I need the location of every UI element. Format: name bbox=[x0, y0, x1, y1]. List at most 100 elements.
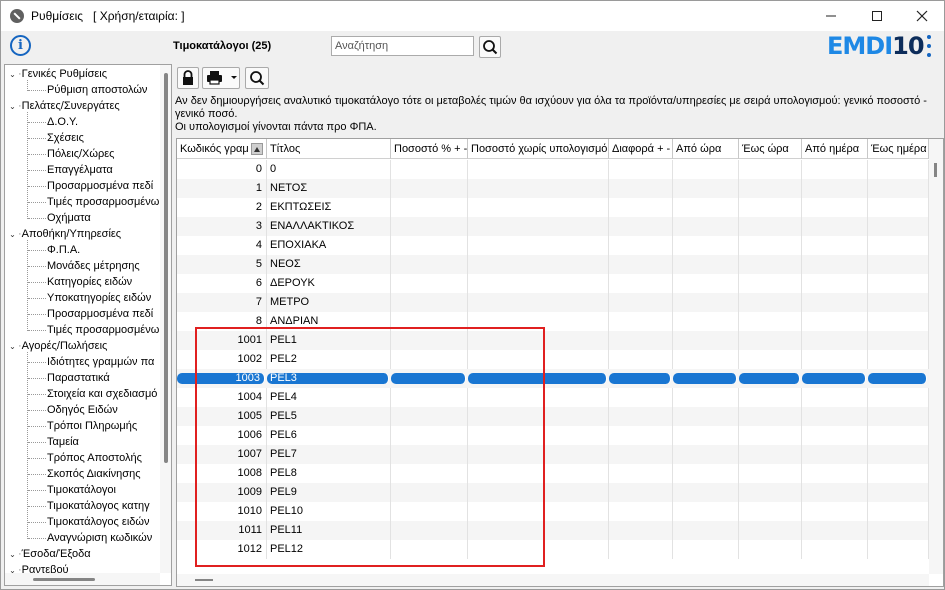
cell-empty[interactable] bbox=[609, 540, 673, 559]
cell-empty[interactable] bbox=[609, 502, 673, 521]
tree-item[interactable]: Υποκατηγορίες ειδών bbox=[47, 290, 151, 306]
cell-empty[interactable] bbox=[468, 255, 609, 274]
table-row[interactable]: 1008 PEL8 bbox=[177, 464, 929, 483]
cell-empty[interactable] bbox=[739, 483, 802, 502]
cell-empty[interactable] bbox=[391, 540, 468, 559]
cell-empty[interactable] bbox=[468, 540, 609, 559]
column-header[interactable]: Από ημέρα bbox=[802, 139, 868, 159]
cell-empty[interactable] bbox=[391, 464, 468, 483]
cell-title[interactable]: ΕΠΟΧΙΑΚΑ bbox=[267, 236, 391, 255]
cell-empty[interactable] bbox=[609, 521, 673, 540]
cell-empty[interactable] bbox=[868, 331, 929, 350]
cell-empty[interactable] bbox=[802, 426, 868, 445]
cell-empty[interactable] bbox=[391, 236, 468, 255]
grid-vertical-scrollbar[interactable] bbox=[929, 139, 943, 574]
cell-title[interactable]: PEL11 bbox=[267, 521, 391, 540]
cell-empty[interactable] bbox=[739, 502, 802, 521]
tree-scroll-thumb[interactable] bbox=[164, 73, 168, 463]
cell-code[interactable]: 2 bbox=[177, 198, 267, 217]
column-header[interactable]: Έως ώρα bbox=[739, 139, 802, 159]
table-row[interactable]: 1012 PEL12 bbox=[177, 540, 929, 559]
cell-empty[interactable] bbox=[609, 179, 673, 198]
cell-empty[interactable] bbox=[868, 540, 929, 559]
cell-empty[interactable] bbox=[468, 217, 609, 236]
tree-group[interactable]: ⌄ ·Αποθήκη/Υπηρεσίες bbox=[7, 226, 121, 242]
table-row[interactable]: 3 ΕΝΑΛΛΑΚΤΙΚΟΣ bbox=[177, 217, 929, 236]
cell-empty[interactable] bbox=[468, 407, 609, 426]
cell-empty[interactable] bbox=[802, 388, 868, 407]
cell-title[interactable]: PEL12 bbox=[267, 540, 391, 559]
cell-empty[interactable] bbox=[802, 521, 868, 540]
tree-item[interactable]: Πόλεις/Χώρες bbox=[47, 146, 114, 162]
cell-empty[interactable] bbox=[391, 350, 468, 369]
tree-item[interactable]: Στοιχεία και σχεδιασμό bbox=[47, 386, 157, 402]
cell-empty[interactable] bbox=[739, 426, 802, 445]
cell-empty[interactable] bbox=[673, 217, 739, 236]
cell-code[interactable]: 8 bbox=[177, 312, 267, 331]
chevron-down-icon[interactable]: ⌄ bbox=[7, 67, 18, 83]
cell-empty[interactable] bbox=[609, 426, 673, 445]
chevron-down-icon[interactable]: ⌄ bbox=[7, 99, 18, 115]
cell-empty[interactable] bbox=[468, 160, 609, 179]
tree-item[interactable]: Οχήματα bbox=[47, 210, 91, 226]
cell-empty[interactable] bbox=[468, 293, 609, 312]
cell-empty[interactable] bbox=[739, 407, 802, 426]
tree-hscroll-thumb[interactable] bbox=[33, 578, 95, 581]
cell-empty[interactable] bbox=[739, 331, 802, 350]
cell-empty[interactable] bbox=[802, 160, 868, 179]
tree-item[interactable]: Φ.Π.Α. bbox=[47, 242, 80, 258]
cell-empty[interactable] bbox=[802, 502, 868, 521]
tree-item[interactable]: Παραστατικά bbox=[47, 370, 110, 386]
cell-empty[interactable] bbox=[391, 373, 466, 384]
cell-empty[interactable] bbox=[739, 160, 802, 179]
tree-item[interactable]: Κατηγορίες ειδών bbox=[47, 274, 132, 290]
maximize-button[interactable] bbox=[854, 1, 900, 31]
cell-empty[interactable] bbox=[868, 198, 929, 217]
cell-empty[interactable] bbox=[391, 426, 468, 445]
cell-title[interactable]: PEL5 bbox=[267, 407, 391, 426]
cell-empty[interactable] bbox=[673, 312, 739, 331]
tree-item[interactable]: Σκοπός Διακίνησης bbox=[47, 466, 141, 482]
cell-empty[interactable] bbox=[468, 350, 609, 369]
tree-item[interactable]: Ταμεία bbox=[47, 434, 79, 450]
cell-empty[interactable] bbox=[868, 521, 929, 540]
cell-empty[interactable] bbox=[609, 255, 673, 274]
tree-item[interactable]: Οδηγός Ειδών bbox=[47, 402, 118, 418]
cell-empty[interactable] bbox=[391, 445, 468, 464]
chevron-down-icon[interactable]: ⌄ bbox=[7, 547, 18, 563]
tree-item[interactable]: Τιμοκατάλογος ειδών bbox=[47, 514, 149, 530]
cell-empty[interactable] bbox=[802, 407, 868, 426]
tree-item[interactable]: Σχέσεις bbox=[47, 130, 84, 146]
cell-code[interactable]: 1007 bbox=[177, 445, 267, 464]
cell-title[interactable]: ΕΝΑΛΛΑΚΤΙΚΟΣ bbox=[267, 217, 391, 236]
table-row[interactable]: 1002 PEL2 bbox=[177, 350, 929, 369]
cell-empty[interactable] bbox=[868, 407, 929, 426]
cell-code[interactable]: 1008 bbox=[177, 464, 267, 483]
table-row[interactable]: 1010 PEL10 bbox=[177, 502, 929, 521]
cell-empty[interactable] bbox=[468, 274, 609, 293]
column-header[interactable]: Κωδικός γραμ bbox=[177, 139, 267, 159]
cell-empty[interactable] bbox=[868, 217, 929, 236]
cell-empty[interactable] bbox=[673, 179, 739, 198]
cell-empty[interactable] bbox=[802, 236, 868, 255]
cell-empty[interactable] bbox=[609, 464, 673, 483]
cell-empty[interactable] bbox=[609, 350, 673, 369]
cell-empty[interactable] bbox=[868, 502, 929, 521]
cell-empty[interactable] bbox=[802, 293, 868, 312]
cell-code[interactable]: 0 bbox=[177, 160, 267, 179]
cell-code[interactable]: 1010 bbox=[177, 502, 267, 521]
grid-horizontal-scrollbar[interactable] bbox=[177, 574, 929, 586]
cell-empty[interactable] bbox=[609, 373, 671, 384]
cell-title[interactable]: PEL1 bbox=[267, 331, 391, 350]
cell-empty[interactable] bbox=[468, 464, 609, 483]
tree-item[interactable]: Τιμές προσαρμοσμένω bbox=[47, 194, 159, 210]
cell-empty[interactable] bbox=[391, 331, 468, 350]
cell-empty[interactable] bbox=[468, 236, 609, 255]
cell-empty[interactable] bbox=[609, 198, 673, 217]
table-row[interactable]: 4 ΕΠΟΧΙΑΚΑ bbox=[177, 236, 929, 255]
find-button[interactable] bbox=[245, 67, 269, 89]
cell-empty[interactable] bbox=[673, 426, 739, 445]
cell-empty[interactable] bbox=[739, 293, 802, 312]
search-input[interactable] bbox=[331, 36, 474, 56]
tree-group[interactable]: ⌄ ·Γενικές Ρυθμίσεις bbox=[7, 66, 107, 82]
